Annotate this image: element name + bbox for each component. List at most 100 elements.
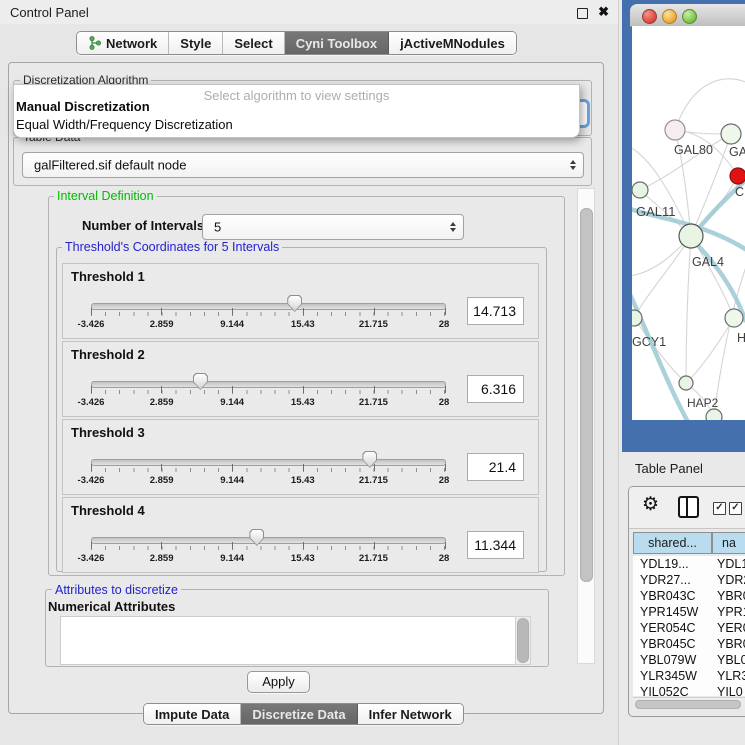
table-row[interactable]: YDL19... YDL1 (633, 556, 745, 572)
network-node[interactable] (725, 309, 743, 327)
table-cell-name[interactable]: YBR0 (712, 588, 745, 604)
table-hscrollbar-thumb[interactable] (635, 700, 741, 709)
attribute-list-item[interactable] (61, 651, 516, 665)
tab-network[interactable]: Network (77, 32, 169, 54)
network-node[interactable] (721, 124, 741, 144)
table-cell-name[interactable]: YPR1 (712, 604, 745, 620)
tab-impute-data[interactable]: Impute Data (144, 704, 241, 724)
menu-item-equal-width-frequency[interactable]: Equal Width/Frequency Discretization (16, 117, 233, 132)
zoom-traffic-light-icon[interactable] (682, 9, 697, 24)
table-row[interactable]: YER054C YER0 (633, 620, 745, 636)
network-window-titlebar[interactable] (630, 4, 745, 27)
slider-track[interactable] (91, 303, 446, 310)
number-of-intervals-combo[interactable]: 5 (202, 214, 464, 240)
table-cell-name[interactable]: YIL0 (712, 684, 745, 696)
column-layout-icon[interactable] (678, 496, 699, 518)
attribute-list-scrollbar-thumb[interactable] (517, 618, 529, 663)
node-label: GAL80 (674, 143, 713, 157)
panel-scrollbar-thumb[interactable] (580, 208, 593, 582)
table-hscrollbar-track[interactable] (633, 697, 745, 709)
network-node[interactable] (632, 182, 648, 198)
slider-major-tick (161, 542, 162, 549)
table-row[interactable]: YDR27... YDR2 (633, 572, 745, 588)
close-icon[interactable]: ✖ (598, 4, 609, 20)
tab-infer-network[interactable]: Infer Network (358, 704, 463, 724)
interval-definition-title: Interval Definition (54, 189, 157, 203)
close-traffic-light-icon[interactable] (642, 9, 657, 24)
tab-cyni-toolbox[interactable]: Cyni Toolbox (285, 32, 389, 54)
table-cell-shared-name[interactable]: YBL079W (633, 652, 712, 668)
table-row[interactable]: YBR045C YBR0 (633, 636, 745, 652)
numerical-attributes-list[interactable] (60, 616, 517, 665)
slider-scale-label: 9.144 (220, 475, 244, 486)
table-cell-name[interactable]: YBL0 (712, 652, 745, 668)
slider-scale-label: 2.859 (150, 397, 174, 408)
checkbox-checked-icon[interactable]: ✓ (729, 502, 742, 515)
table-row[interactable]: YIL052C YIL0 (633, 684, 745, 696)
table-cell-name[interactable]: YDL1 (712, 556, 745, 572)
table-cell-shared-name[interactable]: YDR27... (633, 572, 712, 588)
table-cell-shared-name[interactable]: YBR043C (633, 588, 712, 604)
table-data-combo[interactable]: galFiltered.sif default node (22, 152, 584, 178)
table-cell-shared-name[interactable]: YDL19... (633, 556, 712, 572)
network-node[interactable] (730, 168, 745, 184)
checkbox-checked-icon[interactable]: ✓ (713, 502, 726, 515)
tab-select[interactable]: Select (223, 32, 284, 54)
slider-track[interactable] (91, 459, 446, 466)
attribute-list-item[interactable] (61, 617, 516, 634)
gear-icon[interactable]: ⚙ (642, 493, 659, 516)
tab-label: Style (180, 36, 211, 51)
table-cell-shared-name[interactable]: YBR045C (633, 636, 712, 652)
node-label: GAL11 (636, 204, 676, 219)
slider-track[interactable] (91, 381, 446, 388)
table-row[interactable]: YBR043C YBR0 (633, 588, 745, 604)
thresholds-list: Threshold 1 -3.4262.8599.14415.4321.7152… (62, 263, 539, 575)
slider-scale-label: 15.43 (291, 475, 315, 486)
table-cell-shared-name[interactable]: YLR345W (633, 668, 712, 684)
column-header-name[interactable]: na (712, 532, 745, 554)
slider-major-tick (161, 464, 162, 471)
threshold-label: Threshold 4 (71, 503, 145, 518)
network-node[interactable] (665, 120, 685, 140)
slider-major-tick (161, 386, 162, 393)
table-row[interactable]: YLR345W YLR3 (633, 668, 745, 684)
table-cell-name[interactable]: YER0 (712, 620, 745, 636)
panel-scrollbar-track[interactable] (577, 188, 595, 664)
threshold-panel: Threshold 2 -3.4262.8599.14415.4321.7152… (62, 341, 539, 417)
table-cell-shared-name[interactable]: YPR145W (633, 604, 712, 620)
attribute-list-scrollbar-track[interactable] (515, 616, 531, 665)
column-header-shared-name[interactable]: shared... (633, 532, 712, 554)
threshold-value-input[interactable] (467, 297, 524, 325)
node-label: GCY1 (632, 335, 666, 349)
minimize-traffic-light-icon[interactable] (662, 9, 677, 24)
slider-major-tick (374, 386, 375, 393)
threshold-value-input[interactable] (467, 531, 524, 559)
tab-style[interactable]: Style (169, 32, 223, 54)
table-cell-shared-name[interactable]: YIL052C (633, 684, 712, 696)
table-cell-shared-name[interactable]: YER054C (633, 620, 712, 636)
table-cell-name[interactable]: YDR2 (712, 572, 745, 588)
slider-scale: -3.4262.8599.14415.4321.71528 (91, 550, 444, 564)
table-cell-name[interactable]: YLR3 (712, 668, 745, 684)
menu-item-manual-discretization[interactable]: Manual Discretization (16, 99, 150, 114)
attribute-list-item[interactable] (61, 634, 516, 651)
tab-discretize-data[interactable]: Discretize Data (241, 704, 357, 724)
tab-jactivemnodules[interactable]: jActiveMNodules (389, 32, 516, 54)
table-row[interactable]: YBL079W YBL0 (633, 652, 745, 668)
network-node[interactable] (679, 224, 703, 248)
node-label: GAL4 (692, 255, 724, 269)
network-node[interactable] (679, 376, 693, 390)
apply-button[interactable]: Apply (247, 671, 310, 693)
slider-scale-label: -3.426 (78, 397, 105, 408)
float-window-icon[interactable] (577, 8, 588, 19)
threshold-value-input[interactable] (467, 375, 524, 403)
threshold-value-input[interactable] (467, 453, 524, 481)
slider-track[interactable] (91, 537, 446, 544)
network-node[interactable] (706, 409, 722, 420)
slider-scale-label: 2.859 (150, 475, 174, 486)
network-node[interactable] (632, 310, 642, 326)
slider-scale: -3.4262.8599.14415.4321.71528 (91, 394, 444, 408)
slider-scale-label: 9.144 (220, 397, 244, 408)
table-row[interactable]: YPR145W YPR1 (633, 604, 745, 620)
table-cell-name[interactable]: YBR0 (712, 636, 745, 652)
